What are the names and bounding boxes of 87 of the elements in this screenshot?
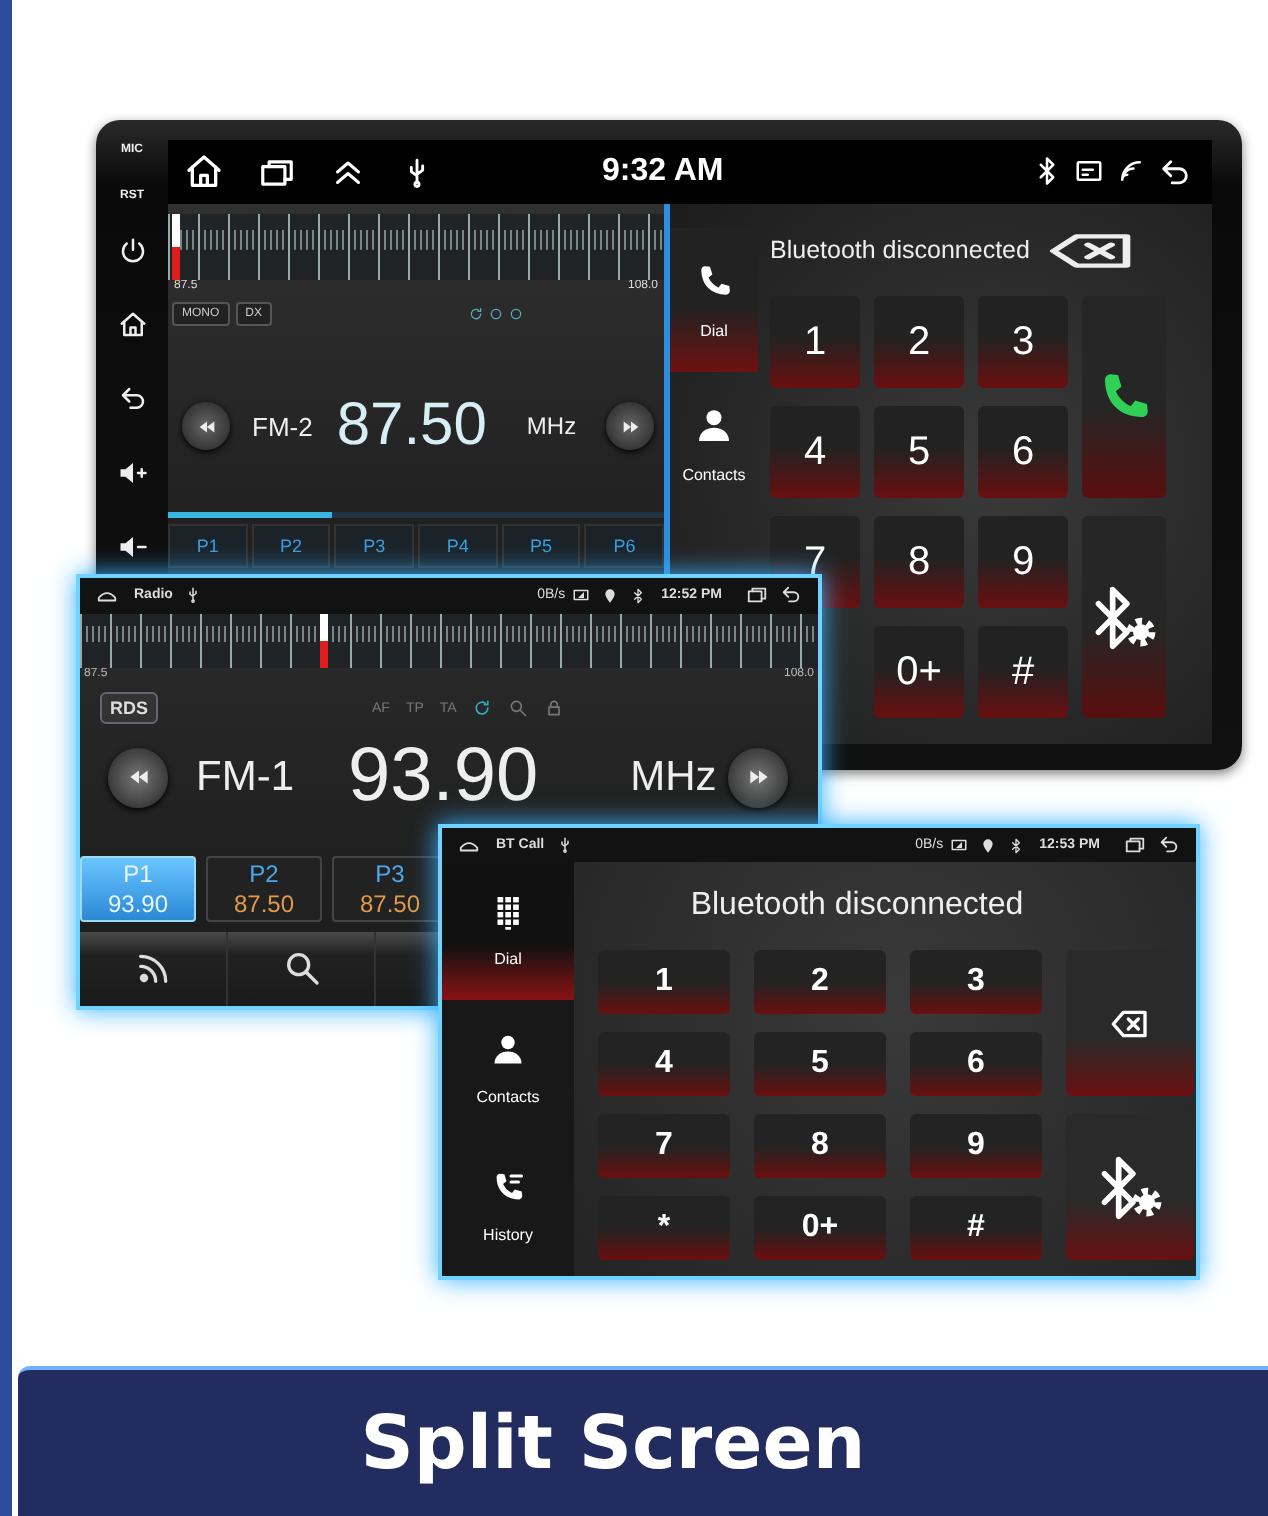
keypad-key[interactable]: 3 bbox=[910, 950, 1042, 1014]
keypad-key[interactable]: 6 bbox=[910, 1032, 1042, 1096]
volume-up-icon[interactable] bbox=[117, 458, 147, 488]
search-icon bbox=[281, 948, 321, 989]
keypad-key[interactable]: 0+ bbox=[874, 626, 964, 718]
circle-icon[interactable] bbox=[488, 306, 505, 322]
keypad-key[interactable]: # bbox=[978, 626, 1068, 718]
keypad-key[interactable]: 8 bbox=[754, 1114, 886, 1178]
nav-tab[interactable]: History bbox=[442, 1138, 574, 1276]
lock-icon[interactable] bbox=[544, 698, 565, 719]
tuning-scale[interactable] bbox=[168, 214, 664, 280]
keypad-key[interactable]: 9 bbox=[910, 1114, 1042, 1178]
previous-button[interactable] bbox=[182, 402, 230, 450]
nav-tab[interactable]: Dial bbox=[442, 862, 574, 1000]
preset-button[interactable]: P6 bbox=[584, 524, 665, 568]
keypad-key[interactable]: 5 bbox=[754, 1032, 886, 1096]
status-message: Bluetooth disconnected bbox=[770, 236, 1030, 264]
bluetooth-settings-icon bbox=[1096, 1153, 1164, 1221]
back-icon[interactable] bbox=[780, 584, 802, 607]
preset-button[interactable]: P3 bbox=[334, 524, 415, 568]
status-message: Bluetooth disconnected bbox=[690, 888, 1024, 924]
tuning-needle[interactable] bbox=[320, 613, 329, 668]
previous-button[interactable] bbox=[108, 747, 168, 807]
next-button[interactable] bbox=[728, 747, 789, 807]
preset-button[interactable]: P1 bbox=[168, 524, 248, 568]
keypad-key[interactable]: # bbox=[910, 1196, 1042, 1260]
keypad-key[interactable]: 3 bbox=[978, 296, 1068, 388]
search-icon[interactable] bbox=[508, 698, 529, 719]
nav-tab[interactable]: Contacts bbox=[670, 372, 758, 516]
keypad-key[interactable]: 4 bbox=[598, 1032, 730, 1096]
data-icon bbox=[571, 586, 590, 605]
bluetooth-settings-button[interactable] bbox=[1082, 516, 1166, 718]
keypad-key[interactable]: 7 bbox=[598, 1114, 730, 1178]
keypad-key[interactable]: 2 bbox=[874, 296, 964, 388]
preset-button[interactable]: P2 87.50 bbox=[206, 855, 322, 922]
keypad-key[interactable]: 4 bbox=[770, 406, 860, 498]
keypad-key[interactable]: 1 bbox=[598, 950, 730, 1014]
back-icon[interactable] bbox=[1158, 155, 1192, 189]
frequency-display: 87.50 bbox=[336, 392, 487, 460]
bluetooth-icon bbox=[1007, 837, 1024, 853]
backspace-button[interactable] bbox=[1066, 950, 1194, 1096]
call-button[interactable] bbox=[1082, 296, 1166, 498]
frequency-display: 93.90 bbox=[348, 734, 539, 820]
keypad-key[interactable]: 2 bbox=[754, 950, 886, 1014]
usb-icon bbox=[556, 836, 575, 854]
keypad-key[interactable]: 8 bbox=[874, 516, 964, 608]
cast-icon bbox=[1074, 155, 1104, 185]
band-label: FM-2 bbox=[252, 411, 313, 441]
usb-icon bbox=[184, 586, 203, 605]
keypad-key[interactable]: 1 bbox=[770, 296, 860, 388]
keypad-key[interactable]: 6 bbox=[978, 406, 1068, 498]
person-icon bbox=[694, 405, 734, 445]
home-icon[interactable] bbox=[184, 152, 224, 192]
loop-icon[interactable] bbox=[468, 306, 485, 322]
banner-title: Split Screen bbox=[360, 1400, 866, 1486]
unit-label: MHz bbox=[526, 412, 577, 440]
recent-apps-icon[interactable] bbox=[1124, 834, 1146, 856]
back-icon[interactable] bbox=[117, 384, 147, 414]
bluetooth-icon bbox=[629, 587, 646, 604]
person-icon bbox=[490, 1032, 526, 1068]
unit-label: MHz bbox=[630, 753, 717, 801]
data-icon bbox=[949, 836, 968, 854]
preset-button[interactable]: P2 bbox=[251, 524, 331, 568]
volume-down-icon[interactable] bbox=[117, 532, 147, 562]
keypad-key[interactable]: 9 bbox=[978, 516, 1068, 608]
circle-icon[interactable] bbox=[508, 306, 525, 322]
preset-button[interactable]: P4 bbox=[418, 524, 498, 568]
nav-tab[interactable]: Contacts bbox=[442, 1000, 574, 1138]
back-icon[interactable] bbox=[1158, 834, 1180, 856]
keypad-key[interactable]: 5 bbox=[874, 406, 964, 498]
keypad-key[interactable]: * bbox=[598, 1196, 730, 1260]
keypad-key[interactable]: 0+ bbox=[754, 1196, 886, 1260]
nav-tab[interactable]: Dial bbox=[670, 228, 758, 372]
rds-button[interactable]: RDS bbox=[100, 692, 159, 725]
location-icon bbox=[979, 837, 996, 853]
band-label: FM-1 bbox=[196, 753, 294, 801]
status-time: 9:32 AM bbox=[602, 154, 724, 190]
power-icon[interactable] bbox=[117, 236, 147, 266]
preset-button[interactable]: P5 bbox=[501, 524, 581, 568]
bluetooth-settings-button[interactable] bbox=[1066, 1114, 1194, 1260]
next-button[interactable] bbox=[606, 402, 655, 450]
location-icon bbox=[601, 587, 618, 604]
recent-apps-icon[interactable] bbox=[746, 584, 768, 607]
loop-icon[interactable] bbox=[472, 698, 493, 719]
bluetooth-settings-icon bbox=[1090, 583, 1158, 651]
home-icon[interactable] bbox=[117, 310, 147, 340]
tuning-scale[interactable] bbox=[80, 613, 818, 668]
